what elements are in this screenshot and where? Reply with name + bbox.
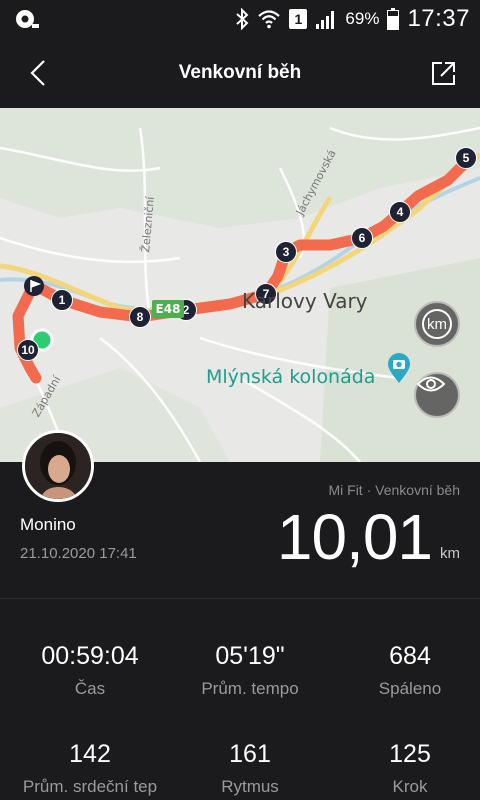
- battery-icon: [387, 8, 400, 30]
- user-name: Monino: [20, 515, 76, 534]
- km-marker: 6: [351, 227, 373, 249]
- stat-value: 00:59:04: [41, 642, 139, 670]
- battery-percent: 69%: [345, 9, 380, 28]
- sim-card-icon: 1: [289, 9, 308, 29]
- stat-label: Prům. srdeční tep: [22, 777, 158, 796]
- stat-time: 00:59:04 Čas: [10, 642, 170, 699]
- stat-value: 684: [389, 642, 431, 670]
- app-notification-icon: [16, 10, 39, 28]
- km-marker: 3: [275, 241, 297, 263]
- map-canvas: [0, 108, 480, 462]
- stat-value: 142: [69, 740, 111, 768]
- stat-label: Rytmus: [221, 777, 279, 796]
- page-title: Venkovní běh: [178, 62, 302, 83]
- km-marker: 8: [129, 306, 151, 328]
- status-bar: 1 69% 17:37: [0, 0, 480, 38]
- distance-value: 10,01: [276, 501, 433, 573]
- stat-stride: 125 Krok: [330, 740, 480, 797]
- stat-value: 125: [389, 740, 431, 768]
- stat-calories: 684 Spáleno: [330, 642, 480, 699]
- activity-date: 21.10.2020 17:41: [20, 545, 137, 562]
- avatar-image: [25, 433, 91, 499]
- km-marker: 5: [455, 147, 477, 169]
- activity-source: Mi Fit · Venkovní běh: [328, 482, 460, 498]
- divider: [0, 598, 480, 599]
- stat-value: 161: [229, 740, 271, 768]
- stat-avg-pace: 05'19" Prům. tempo: [170, 642, 330, 699]
- unit-toggle-label: km: [427, 315, 447, 333]
- stat-label: Prům. tempo: [201, 679, 299, 698]
- camera-poi-icon: [388, 353, 410, 383]
- stat-label: Čas: [74, 679, 106, 698]
- route-map[interactable]: 1 2 3 4 5 6 7 8 10 Karlovy Vary Mlýnská kolonáda…: [0, 108, 480, 462]
- toggle-view-button[interactable]: [414, 372, 460, 418]
- wifi-icon: [258, 10, 281, 29]
- stat-label: Krok: [392, 777, 428, 796]
- km-marker: 1: [51, 289, 73, 311]
- stat-label: Spáleno: [378, 679, 442, 698]
- stat-avg-heart-rate: 142 Prům. srdeční tep: [10, 740, 170, 797]
- share-icon[interactable]: [430, 59, 458, 87]
- distance-unit: km: [440, 545, 460, 562]
- unit-toggle-button[interactable]: km: [414, 301, 460, 347]
- stat-value: 05'19": [215, 642, 285, 670]
- highway-sign: E48: [152, 300, 184, 318]
- city-label: Karlovy Vary: [242, 289, 368, 313]
- app-header: Venkovní běh: [0, 38, 480, 108]
- poi-label: Mlýnská kolonáda: [206, 366, 376, 388]
- eye-icon: [416, 376, 446, 392]
- user-avatar[interactable]: [22, 430, 94, 502]
- clock: 17:37: [407, 5, 470, 32]
- km-marker: 10: [17, 339, 39, 361]
- bluetooth-icon: [236, 8, 249, 30]
- signal-strength-icon: [316, 11, 335, 29]
- km-marker: 4: [389, 201, 411, 223]
- stat-cadence: 161 Rytmus: [170, 740, 330, 797]
